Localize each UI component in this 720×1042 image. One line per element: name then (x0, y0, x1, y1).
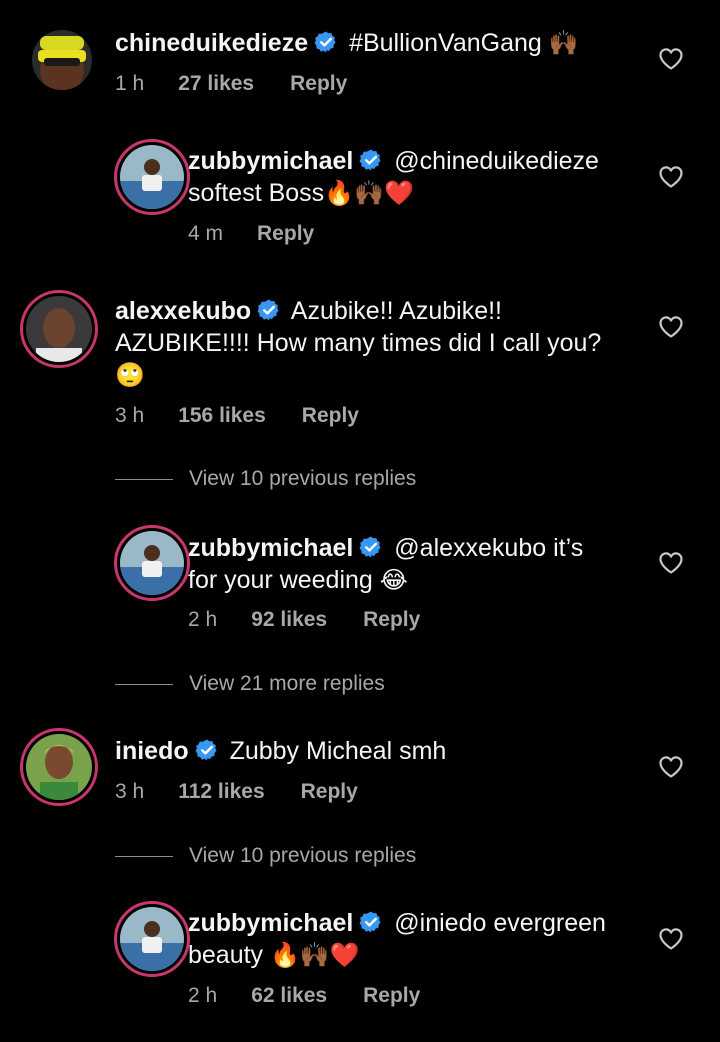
divider (115, 478, 173, 480)
reply-button[interactable]: Reply (257, 222, 314, 246)
view-replies-label: View 21 more replies (189, 672, 385, 695)
reply-button[interactable]: Reply (302, 404, 359, 428)
emoji: 🔥🙌🏾❤️ (270, 942, 360, 969)
heart-outline-icon[interactable] (658, 47, 684, 71)
verified-badge-icon (359, 148, 383, 172)
heart-outline-icon[interactable] (658, 927, 684, 951)
comment-meta: 4 m Reply (188, 222, 314, 246)
view-previous-replies-button[interactable]: View 10 previous replies (115, 844, 416, 868)
timestamp: 1 h (115, 72, 145, 95)
emoji: 😂 (379, 567, 408, 594)
reply-button[interactable]: Reply (363, 984, 420, 1008)
view-previous-replies-button[interactable]: View 10 previous replies (115, 467, 416, 491)
comment-text: zubbymichael @chineduikedieze softest Bo… (188, 145, 638, 210)
emoji: 🙌🏾 (548, 30, 579, 57)
avatar[interactable] (114, 139, 190, 215)
comment-body: #BullionVanGang (349, 29, 542, 57)
username[interactable]: alexxekubo (115, 297, 251, 325)
username[interactable]: iniedo (115, 737, 189, 765)
avatar[interactable] (114, 525, 190, 601)
divider (115, 855, 173, 857)
likes-count[interactable]: 92 likes (251, 608, 327, 632)
reply-button[interactable]: Reply (301, 780, 358, 804)
comment-body: Zubby Micheal smh (229, 737, 447, 765)
view-replies-label: View 10 previous replies (189, 844, 417, 867)
avatar[interactable] (20, 728, 98, 806)
reply-button[interactable]: Reply (363, 608, 420, 632)
comment-text: zubbymichael @alexxekubo it’s for your w… (188, 532, 638, 597)
username[interactable]: zubbymichael (188, 147, 353, 175)
view-replies-label: View 10 previous replies (189, 467, 417, 490)
verified-badge-icon (314, 30, 338, 54)
verified-badge-icon (195, 738, 219, 762)
comment-meta: 3 h 156 likes Reply (115, 404, 359, 428)
likes-count[interactable]: 112 likes (178, 780, 264, 804)
likes-count[interactable]: 156 likes (178, 404, 266, 428)
comment-text: iniedo Zubby Micheal smh (115, 735, 446, 767)
heart-outline-icon[interactable] (658, 551, 684, 575)
username[interactable]: chineduikedieze (115, 29, 308, 57)
emoji: 🔥🙌🏾❤️ (324, 180, 414, 207)
heart-outline-icon[interactable] (658, 165, 684, 189)
emoji: 🙄 (115, 362, 145, 389)
comment-text: alexxekubo Azubike!! Azubike!! AZUBIKE!!… (115, 295, 645, 392)
comment-body-line1: it’s (553, 534, 584, 562)
heart-outline-icon[interactable] (658, 755, 684, 779)
likes-count[interactable]: 62 likes (251, 984, 327, 1008)
mention[interactable]: @chineduikedieze (394, 147, 599, 175)
divider (115, 683, 173, 685)
comment-meta: 2 h 92 likes Reply (188, 608, 420, 632)
username[interactable]: zubbymichael (188, 909, 353, 937)
likes-count[interactable]: 27 likes (178, 72, 254, 96)
timestamp: 3 h (115, 780, 145, 803)
comment-body-line1: evergreen (493, 909, 606, 937)
avatar[interactable] (20, 290, 98, 368)
heart-outline-icon[interactable] (658, 315, 684, 339)
comment-meta: 3 h 112 likes Reply (115, 780, 358, 804)
verified-badge-icon (359, 910, 383, 934)
avatar[interactable] (114, 901, 190, 977)
comment-body-line2: beauty (188, 941, 264, 969)
username[interactable]: zubbymichael (188, 534, 353, 562)
comment-meta: 1 h 27 likes Reply (115, 72, 347, 96)
mention[interactable]: @iniedo (394, 909, 486, 937)
reply-button[interactable]: Reply (290, 72, 347, 96)
comment-text: zubbymichael @iniedo evergreen beauty 🔥🙌… (188, 907, 648, 972)
comment-text: chineduikedieze #BullionVanGang 🙌🏾 (115, 27, 579, 60)
timestamp: 4 m (188, 222, 224, 245)
comment-body-line1: Azubike!! Azubike!! (290, 297, 502, 325)
comment-body-line2: AZUBIKE!!!! How many times did I call yo… (115, 329, 602, 357)
comment-meta: 2 h 62 likes Reply (188, 984, 420, 1008)
verified-badge-icon (359, 535, 383, 559)
view-more-replies-button[interactable]: View 21 more replies (115, 672, 385, 696)
comment-body-line2: for your weeding (188, 566, 373, 594)
timestamp: 3 h (115, 404, 145, 427)
comment-body: softest Boss (188, 179, 325, 207)
timestamp: 2 h (188, 984, 218, 1007)
mention[interactable]: @alexxekubo (394, 534, 546, 562)
timestamp: 2 h (188, 608, 218, 631)
verified-badge-icon (257, 298, 281, 322)
avatar[interactable] (32, 30, 92, 90)
